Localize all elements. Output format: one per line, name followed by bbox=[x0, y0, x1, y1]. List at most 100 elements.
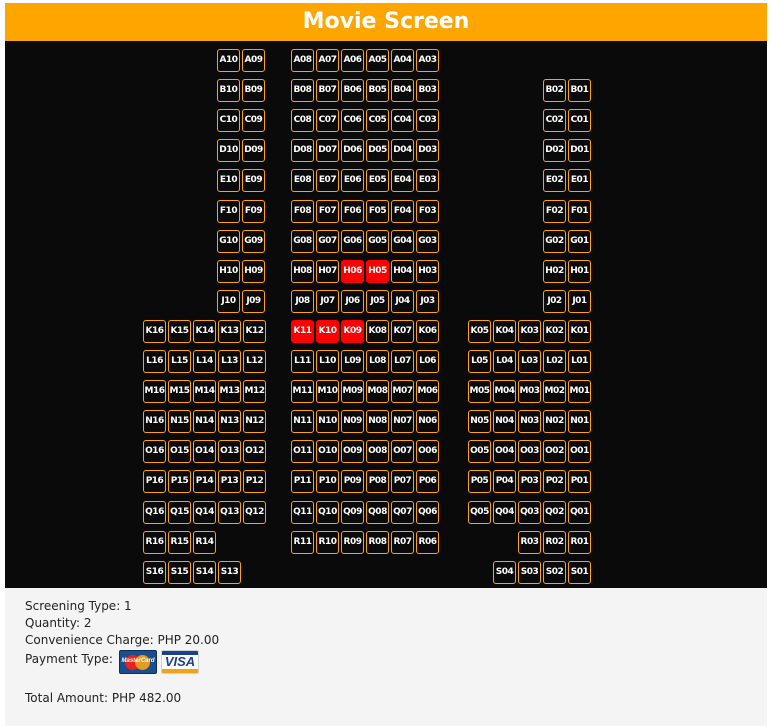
seat-b02[interactable]: B02 bbox=[543, 79, 566, 102]
seat-o14[interactable]: O14 bbox=[193, 440, 216, 463]
seat-q03[interactable]: Q03 bbox=[518, 501, 541, 524]
mastercard-icon[interactable]: MasterCard bbox=[119, 650, 157, 674]
seat-b04[interactable]: B04 bbox=[391, 79, 414, 102]
seat-r09[interactable]: R09 bbox=[341, 531, 364, 554]
seat-g08[interactable]: G08 bbox=[291, 230, 314, 253]
seat-e08[interactable]: E08 bbox=[291, 169, 314, 192]
seat-s02[interactable]: S02 bbox=[543, 561, 566, 584]
seat-d06[interactable]: D06 bbox=[341, 139, 364, 162]
seat-o03[interactable]: O03 bbox=[518, 440, 541, 463]
seat-e01[interactable]: E01 bbox=[568, 169, 591, 192]
seat-a10[interactable]: A10 bbox=[217, 49, 240, 72]
seat-p13[interactable]: P13 bbox=[218, 470, 241, 493]
seat-c07[interactable]: C07 bbox=[316, 109, 339, 132]
seat-r11[interactable]: R11 bbox=[291, 531, 314, 554]
seat-j10[interactable]: J10 bbox=[217, 290, 240, 313]
seat-m16[interactable]: M16 bbox=[143, 380, 166, 403]
seat-k09[interactable]: K09 bbox=[341, 320, 364, 343]
seat-m08[interactable]: M08 bbox=[366, 380, 389, 403]
seat-l10[interactable]: L10 bbox=[316, 350, 339, 373]
seat-q02[interactable]: Q02 bbox=[543, 501, 566, 524]
seat-p02[interactable]: P02 bbox=[543, 470, 566, 493]
seat-e03[interactable]: E03 bbox=[416, 169, 439, 192]
seat-p07[interactable]: P07 bbox=[391, 470, 414, 493]
seat-l04[interactable]: L04 bbox=[493, 350, 516, 373]
seat-e02[interactable]: E02 bbox=[543, 169, 566, 192]
seat-d09[interactable]: D09 bbox=[242, 139, 265, 162]
seat-e05[interactable]: E05 bbox=[366, 169, 389, 192]
seat-k04[interactable]: K04 bbox=[493, 320, 516, 343]
seat-e09[interactable]: E09 bbox=[242, 169, 265, 192]
seat-f03[interactable]: F03 bbox=[416, 200, 439, 223]
seat-k03[interactable]: K03 bbox=[518, 320, 541, 343]
seat-q16[interactable]: Q16 bbox=[143, 501, 166, 524]
seat-p06[interactable]: P06 bbox=[416, 470, 439, 493]
seat-n12[interactable]: N12 bbox=[243, 410, 266, 433]
seat-q11[interactable]: Q11 bbox=[291, 501, 314, 524]
seat-d02[interactable]: D02 bbox=[543, 139, 566, 162]
seat-a08[interactable]: A08 bbox=[291, 49, 314, 72]
seat-r07[interactable]: R07 bbox=[391, 531, 414, 554]
seat-q06[interactable]: Q06 bbox=[416, 501, 439, 524]
seat-m03[interactable]: M03 bbox=[518, 380, 541, 403]
seat-h09[interactable]: H09 bbox=[242, 260, 265, 283]
seat-o02[interactable]: O02 bbox=[543, 440, 566, 463]
seat-a06[interactable]: A06 bbox=[341, 49, 364, 72]
seat-n15[interactable]: N15 bbox=[168, 410, 191, 433]
seat-b10[interactable]: B10 bbox=[217, 79, 240, 102]
seat-s15[interactable]: S15 bbox=[168, 561, 191, 584]
seat-l05[interactable]: L05 bbox=[468, 350, 491, 373]
seat-f09[interactable]: F09 bbox=[242, 200, 265, 223]
seat-b01[interactable]: B01 bbox=[568, 79, 591, 102]
seat-q01[interactable]: Q01 bbox=[568, 501, 591, 524]
seat-a04[interactable]: A04 bbox=[391, 49, 414, 72]
seat-h06[interactable]: H06 bbox=[341, 260, 364, 283]
seat-h07[interactable]: H07 bbox=[316, 260, 339, 283]
seat-q05[interactable]: Q05 bbox=[468, 501, 491, 524]
seat-o01[interactable]: O01 bbox=[568, 440, 591, 463]
seat-l01[interactable]: L01 bbox=[568, 350, 591, 373]
seat-q15[interactable]: Q15 bbox=[168, 501, 191, 524]
seat-e10[interactable]: E10 bbox=[217, 169, 240, 192]
seat-a07[interactable]: A07 bbox=[316, 49, 339, 72]
seat-n14[interactable]: N14 bbox=[193, 410, 216, 433]
seat-s14[interactable]: S14 bbox=[193, 561, 216, 584]
seat-h08[interactable]: H08 bbox=[291, 260, 314, 283]
seat-k01[interactable]: K01 bbox=[568, 320, 591, 343]
seat-l03[interactable]: L03 bbox=[518, 350, 541, 373]
seat-p11[interactable]: P11 bbox=[291, 470, 314, 493]
seat-r08[interactable]: R08 bbox=[366, 531, 389, 554]
seat-q10[interactable]: Q10 bbox=[316, 501, 339, 524]
seat-s13[interactable]: S13 bbox=[218, 561, 241, 584]
seat-k16[interactable]: K16 bbox=[143, 320, 166, 343]
seat-n10[interactable]: N10 bbox=[316, 410, 339, 433]
seat-f05[interactable]: F05 bbox=[366, 200, 389, 223]
seat-j09[interactable]: J09 bbox=[242, 290, 265, 313]
seat-l07[interactable]: L07 bbox=[391, 350, 414, 373]
seat-p12[interactable]: P12 bbox=[243, 470, 266, 493]
seat-o09[interactable]: O09 bbox=[341, 440, 364, 463]
seat-p01[interactable]: P01 bbox=[568, 470, 591, 493]
seat-f06[interactable]: F06 bbox=[341, 200, 364, 223]
visa-icon[interactable]: VISA bbox=[161, 650, 199, 674]
seat-o08[interactable]: O08 bbox=[366, 440, 389, 463]
seat-h05[interactable]: H05 bbox=[366, 260, 389, 283]
seat-d04[interactable]: D04 bbox=[391, 139, 414, 162]
seat-f07[interactable]: F07 bbox=[316, 200, 339, 223]
seat-m12[interactable]: M12 bbox=[243, 380, 266, 403]
seat-h01[interactable]: H01 bbox=[568, 260, 591, 283]
seat-n16[interactable]: N16 bbox=[143, 410, 166, 433]
seat-n02[interactable]: N02 bbox=[543, 410, 566, 433]
seat-j06[interactable]: J06 bbox=[341, 290, 364, 313]
seat-m13[interactable]: M13 bbox=[218, 380, 241, 403]
seat-g03[interactable]: G03 bbox=[416, 230, 439, 253]
seat-c05[interactable]: C05 bbox=[366, 109, 389, 132]
seat-n08[interactable]: N08 bbox=[366, 410, 389, 433]
seat-e07[interactable]: E07 bbox=[316, 169, 339, 192]
seat-p16[interactable]: P16 bbox=[143, 470, 166, 493]
seat-o13[interactable]: O13 bbox=[218, 440, 241, 463]
seat-h02[interactable]: H02 bbox=[543, 260, 566, 283]
seat-p04[interactable]: P04 bbox=[493, 470, 516, 493]
seat-l02[interactable]: L02 bbox=[543, 350, 566, 373]
seat-l08[interactable]: L08 bbox=[366, 350, 389, 373]
